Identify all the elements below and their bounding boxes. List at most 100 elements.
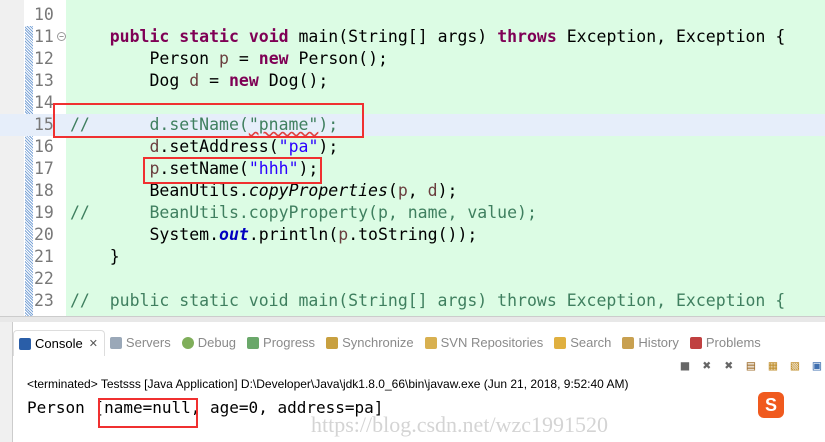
remove-all-terminated-icon[interactable]: ✖ (721, 358, 737, 374)
code-line: 22 (0, 268, 825, 290)
static-field: out (219, 225, 249, 244)
tab-console[interactable]: Console ✕ (13, 330, 105, 356)
operator: = (228, 49, 259, 68)
line-number: 20 (34, 225, 54, 244)
tab-problems[interactable]: Problems (685, 330, 767, 356)
search-flashlight-icon (554, 337, 567, 349)
punct: ); (318, 137, 339, 156)
code-line: 17 p.setName("hhh"); (0, 158, 825, 180)
tab-debug[interactable]: Debug (177, 330, 242, 356)
tab-history[interactable]: History (617, 330, 684, 356)
highlight-box (143, 157, 322, 184)
ime-logo: S (758, 392, 784, 418)
code-line: 13 Dog d = new Dog(); (0, 70, 825, 92)
tab-servers[interactable]: Servers (105, 330, 177, 356)
line-number: 18 (34, 181, 54, 200)
tab-label: Console (35, 335, 83, 351)
brace: } (109, 247, 120, 266)
console-panel: Console ✕ Servers Debug Progress Synchron… (12, 322, 825, 442)
line-number: 19 (34, 203, 54, 222)
fold-collapse-icon[interactable]: − (57, 32, 66, 41)
terminate-icon[interactable]: ■ (677, 358, 693, 374)
code-editor[interactable]: 10 11− public static void main(String[] … (0, 0, 825, 316)
line-number: 16 (34, 137, 54, 156)
punct: ( (387, 181, 398, 200)
tab-label: Progress (263, 335, 316, 350)
close-icon[interactable]: ✕ (89, 332, 98, 356)
comment: // BeanUtils.copyProperty(p, name, value… (70, 203, 537, 222)
tab-progress[interactable]: Progress (242, 330, 321, 356)
method: .println( (248, 225, 339, 244)
constructor: Dog(); (258, 71, 329, 90)
problems-icon (689, 337, 702, 349)
operator: = (199, 71, 229, 90)
progress-icon (247, 337, 260, 349)
highlight-box (53, 103, 364, 138)
tab-label: Problems (705, 335, 761, 350)
method: .setAddress( (159, 137, 279, 156)
debug-bug-icon (181, 337, 194, 349)
remove-launch-icon[interactable]: ✖ (699, 358, 715, 374)
watermark: https://blog.csdn.net/wzc1991520 (311, 412, 608, 437)
scroll-lock-icon[interactable]: ▦ (765, 358, 781, 374)
pin-console-icon[interactable]: ▣ (809, 358, 825, 374)
code-line: 18 BeanUtils.copyProperties(p, d); (0, 180, 825, 202)
type: Dog (149, 71, 190, 90)
line-number: 21 (34, 247, 54, 266)
keyword-throws: throws (497, 27, 557, 46)
code-line: 20 System.out.println(p.toString()); (0, 224, 825, 246)
svn-repository-icon (424, 337, 437, 349)
exceptions: Exception, Exception { (556, 27, 786, 46)
line-number: 11 (34, 27, 54, 46)
line-number: 17 (34, 159, 54, 178)
code-line: 21 } (0, 246, 825, 268)
console-icon (19, 337, 31, 350)
comment: // public static void main(String[] args… (70, 291, 786, 310)
variable: d (149, 137, 160, 156)
code-line: 11− public static void main(String[] arg… (0, 26, 825, 48)
line-number: 15 (34, 115, 54, 134)
tab-search[interactable]: Search (549, 330, 617, 356)
class: System. (149, 225, 220, 244)
tab-label: Synchronize (342, 335, 414, 350)
code-line: 23 // public static void main(String[] ar… (0, 290, 825, 312)
string: "pa" (278, 137, 319, 156)
method: .toString()); (348, 225, 478, 244)
launch-status: <terminated> Testsss [Java Application] … (27, 377, 629, 391)
left-trim (0, 322, 12, 442)
tab-label: Servers (125, 335, 171, 350)
tab-label: Search (570, 335, 612, 350)
line-number: 13 (34, 71, 54, 90)
code-line: 12 Person p = new Person(); (0, 48, 825, 70)
history-icon (622, 337, 635, 349)
line-number: 22 (34, 269, 54, 288)
tab-synchronize[interactable]: Synchronize (321, 330, 420, 356)
constructor: Person(); (288, 49, 388, 68)
tab-label: History (638, 335, 679, 350)
variable: p (397, 181, 408, 200)
tab-label: Debug (197, 335, 237, 350)
type: Person (149, 49, 220, 68)
keyword-new: new (258, 49, 289, 68)
code-line: 16 d.setAddress("pa"); (0, 136, 825, 158)
keywords: public static void (109, 27, 289, 46)
line-number: 10 (34, 5, 54, 24)
variable: p (219, 49, 229, 68)
keyword-new: new (228, 71, 259, 90)
view-tabs: Console ✕ Servers Debug Progress Synchron… (13, 330, 767, 356)
word-wrap-icon[interactable]: ▧ (787, 358, 803, 374)
punct: ); (437, 181, 458, 200)
variable: d (427, 181, 438, 200)
tab-svn-repositories[interactable]: SVN Repositories (420, 330, 550, 356)
line-number: 14 (34, 93, 54, 112)
highlight-box (98, 398, 198, 428)
servers-icon (109, 337, 122, 349)
line-number: 12 (34, 49, 54, 68)
console-toolbar: ■ ✖ ✖ ▤ ▦ ▧ ▣ (677, 358, 825, 374)
line-number: 23 (34, 291, 54, 310)
synchronize-icon (326, 337, 339, 349)
code-line: 10 (0, 4, 825, 26)
signature: main(String[] args) (288, 27, 498, 46)
variable: p (338, 225, 349, 244)
clear-console-icon[interactable]: ▤ (743, 358, 759, 374)
